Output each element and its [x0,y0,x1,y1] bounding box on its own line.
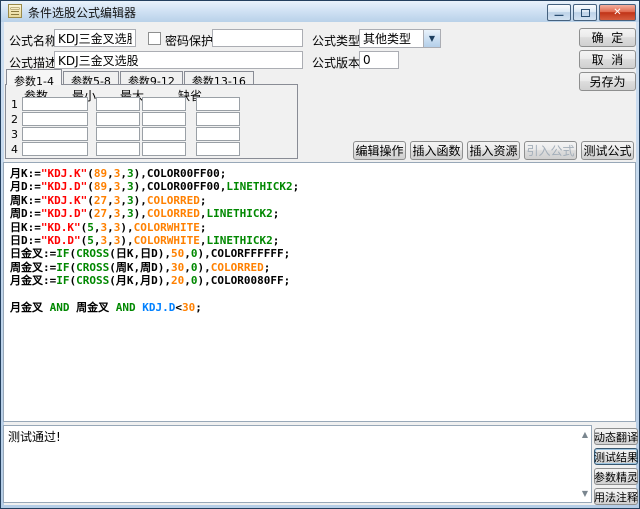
formula-version-input[interactable] [359,51,399,69]
test-output-box[interactable]: 测试通过! ▲ ▼ [3,425,592,503]
code-line: 日K:="KD.K"(5,3,3),COLORWHITE; [10,221,635,234]
toolbar-button-5[interactable]: 测试公式 [581,141,634,160]
scroll-up-icon[interactable]: ▲ [582,430,588,439]
formula-type-label: 公式类型 [312,32,360,49]
code-line: 日金叉:=IF(CROSS(日K,日D),50,0),COLORFFFFFF; [10,247,635,260]
maximize-button[interactable] [573,4,597,21]
param-input-r2c4[interactable] [196,112,240,126]
param-input-r3c3[interactable] [142,127,186,141]
formula-name-label: 公式名称 [9,32,57,49]
code-line: 月D:="KDJ.D"(89,3,3),COLOR00FF00,LINETHIC… [10,180,635,193]
formula-name-input[interactable] [54,29,136,47]
formula-version-label: 公式版本 [312,54,360,71]
param-input-r1c1[interactable] [22,97,88,111]
param-row-label: 4 [8,143,18,156]
code-line: 日D:="KD.D"(5,3,3),COLORWHITE,LINETHICK2; [10,234,635,247]
formula-type-select[interactable]: 其他类型 ▼ [359,29,441,48]
param-input-r3c1[interactable] [22,127,88,141]
close-icon: ✕ [613,7,621,18]
code-line [10,288,635,301]
param-input-r3c4[interactable] [196,127,240,141]
tab-params-1[interactable]: 参数1-4 [6,69,62,85]
toolbar-button-3[interactable]: 插入资源 [467,141,520,160]
code-line: 月金叉:=IF(CROSS(月K,月D),20,0),COLOR0080FF; [10,274,635,287]
param-row-label: 3 [8,128,18,141]
password-protect-label: 密码保护 [165,32,213,49]
ok-button[interactable]: 确 定 [579,28,636,47]
code-line: 月金叉 AND 周金叉 AND KDJ.D<30; [10,301,635,314]
param-tab-panel: 参数最小最大缺省1234 [5,84,298,159]
app-icon [8,4,22,18]
param-input-r1c3[interactable] [142,97,186,111]
param-input-r4c4[interactable] [196,142,240,156]
scroll-down-icon[interactable]: ▼ [582,489,588,498]
param-row-label: 1 [8,98,18,111]
param-input-r2c3[interactable] [142,112,186,126]
param-input-r4c1[interactable] [22,142,88,156]
toolbar-button-2[interactable]: 插入函数 [410,141,463,160]
param-row-label: 2 [8,113,18,126]
titlebar: 条件选股公式编辑器 — ✕ [1,1,639,22]
formula-type-value: 其他类型 [360,30,423,47]
password-protect-checkbox[interactable] [148,32,161,45]
param-input-r2c2[interactable] [96,112,140,126]
toolbar-button-4: 引入公式 [524,141,577,160]
maximize-icon [581,9,590,17]
formula-editor-window: 条件选股公式编辑器 — ✕ 公式名称 密码保护 公式类型 其他类型 ▼ 确 定 … [0,0,640,509]
param-tabs: 参数1-4参数5-8参数9-12参数13-16 [6,69,255,85]
cancel-button[interactable]: 取 消 [579,50,636,69]
code-line: 周K:="KDJ.K"(27,3,3),COLORRED; [10,194,635,207]
param-input-r4c3[interactable] [142,142,186,156]
side-button-4[interactable]: 用法注释 [594,488,638,505]
formula-desc-input[interactable] [54,51,303,69]
formula-code-editor[interactable]: 月K:="KDJ.K"(89,3,3),COLOR00FF00;月D:="KDJ… [3,162,636,422]
window-title: 条件选股公式编辑器 [28,4,136,21]
minimize-button[interactable]: — [547,4,571,21]
chevron-down-icon[interactable]: ▼ [423,30,440,47]
test-output-text: 测试通过! [8,430,61,444]
close-button[interactable]: ✕ [599,4,636,21]
code-line: 周D:="KDJ.D"(27,3,3),COLORRED,LINETHICK2; [10,207,635,220]
side-button-2[interactable]: 测试结果 [594,448,638,465]
param-input-r2c1[interactable] [22,112,88,126]
save-as-button[interactable]: 另存为 [579,72,636,91]
password-input[interactable] [212,29,303,47]
side-button-3[interactable]: 参数精灵 [594,468,638,485]
tab-params-2[interactable]: 参数5-8 [63,71,119,85]
toolbar-button-1[interactable]: 编辑操作 [353,141,406,160]
code-line: 月K:="KDJ.K"(89,3,3),COLOR00FF00; [10,167,635,180]
tab-params-3[interactable]: 参数9-12 [120,71,183,85]
tab-params-4[interactable]: 参数13-16 [184,71,254,85]
code-line: 周金叉:=IF(CROSS(周K,周D),30,0),COLORRED; [10,261,635,274]
param-input-r1c2[interactable] [96,97,140,111]
side-button-1[interactable]: 动态翻译 [594,428,638,445]
param-input-r3c2[interactable] [96,127,140,141]
param-input-r1c4[interactable] [196,97,240,111]
minimize-icon: — [554,10,564,21]
param-input-r4c2[interactable] [96,142,140,156]
